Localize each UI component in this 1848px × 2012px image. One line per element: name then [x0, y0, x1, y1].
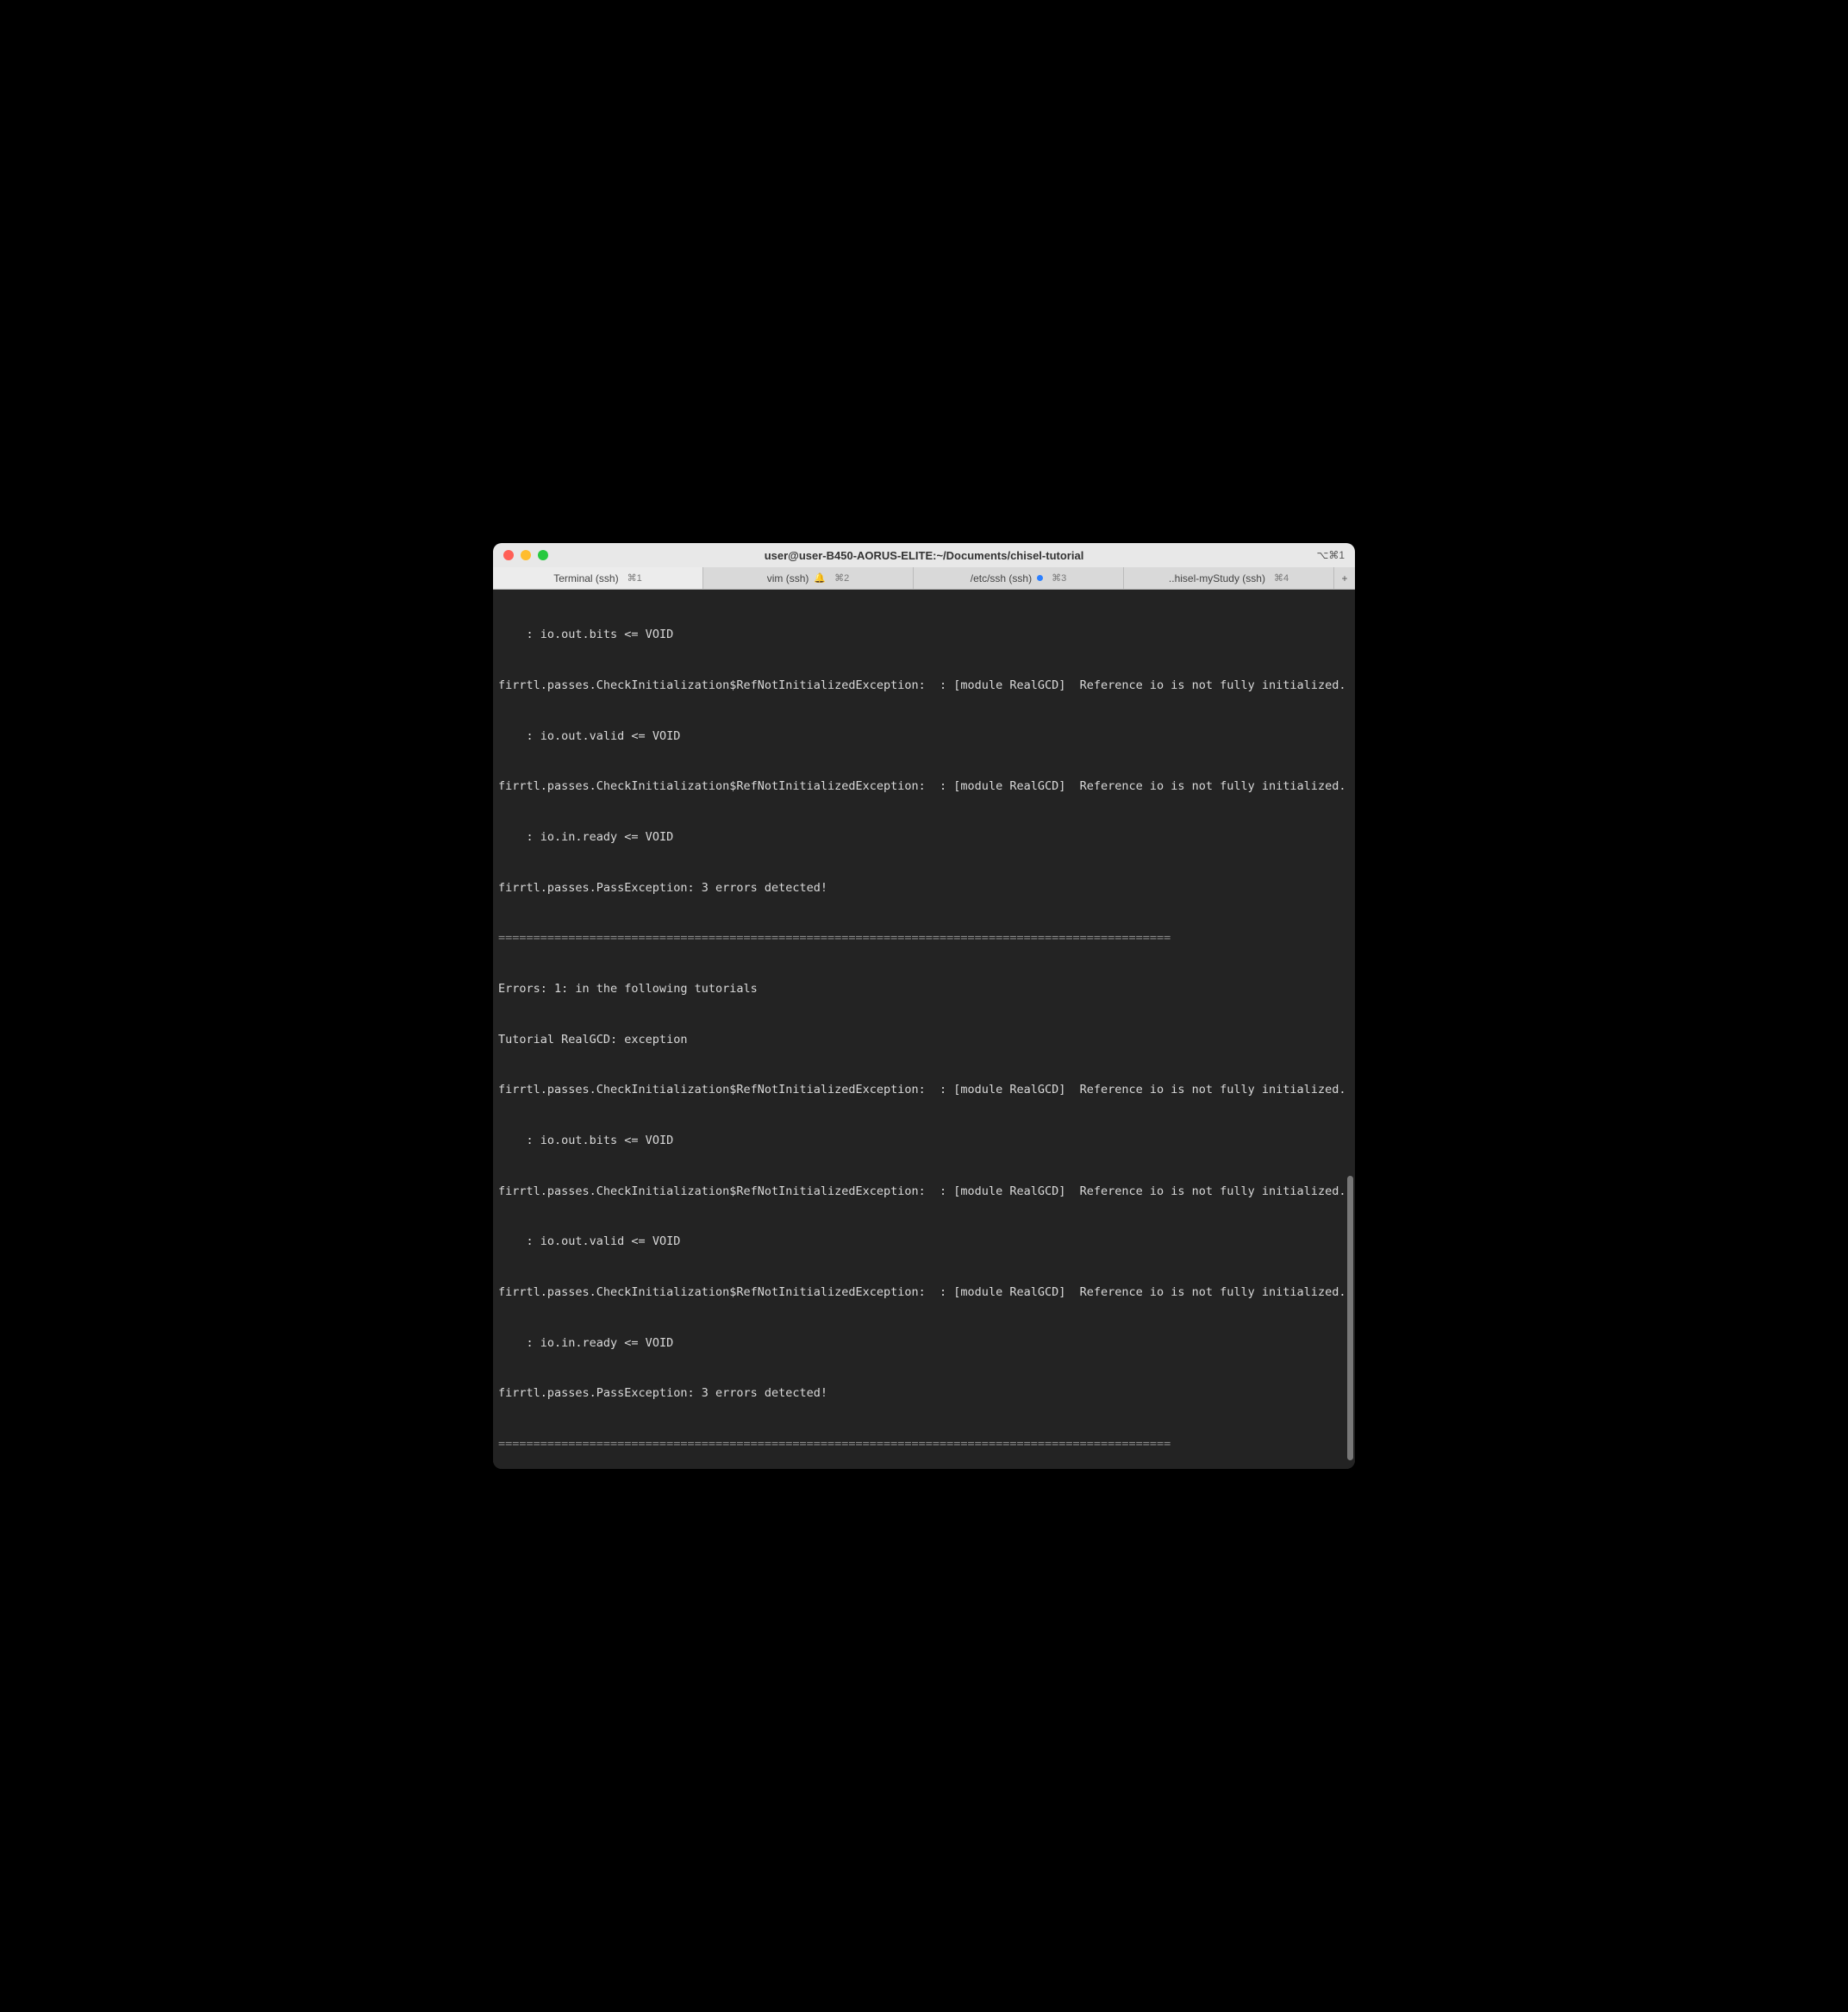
tab-shortcut: ⌘1 [627, 572, 642, 584]
output-line: firrtl.passes.CheckInitialization$RefNot… [498, 678, 1350, 695]
output-line: Errors: 1: in the following tutorials [498, 981, 1350, 998]
output-line: firrtl.passes.CheckInitialization$RefNot… [498, 778, 1350, 796]
tab-etc-ssh[interactable]: /etc/ssh (ssh) ⌘3 [914, 567, 1124, 589]
tab-label: /etc/ssh (ssh) [971, 572, 1032, 584]
output-line: firrtl.passes.CheckInitialization$RefNot… [498, 1284, 1350, 1302]
titlebar: user@user-B450-AORUS-ELITE:~/Documents/c… [493, 543, 1355, 567]
tab-bar: Terminal (ssh) ⌘1 vim (ssh) 🔔 ⌘2 /etc/ss… [493, 567, 1355, 590]
tab-shortcut: ⌘3 [1052, 572, 1066, 584]
window-title: user@user-B450-AORUS-ELITE:~/Documents/c… [493, 549, 1355, 562]
output-line: : io.out.valid <= VOID [498, 728, 1350, 746]
window-shortcut: ⌥⌘1 [1316, 549, 1345, 561]
bell-icon: 🔔 [814, 572, 826, 584]
tab-label: Terminal (ssh) [553, 572, 618, 584]
zoom-button[interactable] [538, 550, 548, 560]
tab-vim[interactable]: vim (ssh) 🔔 ⌘2 [703, 567, 914, 589]
tab-label: vim (ssh) [767, 572, 809, 584]
output-line: : io.in.ready <= VOID [498, 1335, 1350, 1353]
tab-shortcut: ⌘2 [834, 572, 849, 584]
tab-terminal[interactable]: Terminal (ssh) ⌘1 [493, 567, 703, 589]
output-line: : io.out.valid <= VOID [498, 1234, 1350, 1251]
tab-chisel-mystudy[interactable]: ..hisel-myStudy (ssh) ⌘4 [1124, 567, 1334, 589]
output-line: firrtl.passes.PassException: 3 errors de… [498, 880, 1350, 897]
close-button[interactable] [503, 550, 514, 560]
traffic-lights [503, 550, 548, 560]
tab-shortcut: ⌘4 [1274, 572, 1289, 584]
new-tab-button[interactable]: + [1334, 567, 1355, 589]
terminal-window: user@user-B450-AORUS-ELITE:~/Documents/c… [493, 543, 1355, 1469]
output-line: : io.out.bits <= VOID [498, 627, 1350, 644]
terminal-content[interactable]: : io.out.bits <= VOID firrtl.passes.Chec… [493, 590, 1355, 1469]
divider-line: ========================================… [498, 1436, 1350, 1453]
output-line: firrtl.passes.CheckInitialization$RefNot… [498, 1184, 1350, 1201]
minimize-button[interactable] [521, 550, 531, 560]
output-line: firrtl.passes.CheckInitialization$RefNot… [498, 1082, 1350, 1099]
output-line: firrtl.passes.PassException: 3 errors de… [498, 1385, 1350, 1403]
tab-label: ..hisel-myStudy (ssh) [1169, 572, 1265, 584]
scrollbar-thumb[interactable] [1347, 1176, 1353, 1460]
output-line: Tutorial RealGCD: exception [498, 1032, 1350, 1049]
output-line: : io.out.bits <= VOID [498, 1133, 1350, 1150]
divider-line: ========================================… [498, 930, 1350, 947]
output-line: : io.in.ready <= VOID [498, 829, 1350, 847]
activity-dot-icon [1037, 575, 1043, 581]
